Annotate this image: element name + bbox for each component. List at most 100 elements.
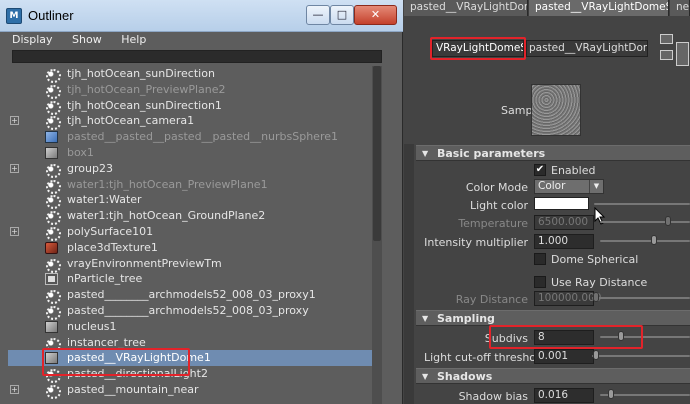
temperature-field[interactable]: 6500.000 bbox=[534, 215, 594, 230]
temperature-slider-knob[interactable] bbox=[665, 216, 671, 226]
outliner-row[interactable]: place3dTexture1 bbox=[8, 240, 372, 256]
focus-icon[interactable] bbox=[660, 34, 673, 44]
expand-plus-icon[interactable]: + bbox=[10, 163, 19, 173]
outliner-row-label: tjh_hotOcean_camera1 bbox=[67, 114, 195, 128]
shape-name-field[interactable]: pasted__VRayLightDomeShape1 bbox=[526, 40, 648, 57]
expand-plus-icon[interactable]: + bbox=[10, 226, 19, 236]
outliner-row[interactable]: + polySurface101 bbox=[8, 224, 372, 241]
collapse-triangle-icon: ▼ bbox=[422, 372, 429, 381]
outliner-row-label: place3dTexture1 bbox=[67, 240, 158, 254]
light-icon bbox=[45, 225, 61, 241]
outliner-row[interactable]: water1:tjh_hotOcean_GroundPlane2 bbox=[8, 208, 372, 226]
expand-icon[interactable] bbox=[676, 42, 689, 66]
outliner-row[interactable]: + pasted__mountain_near bbox=[8, 382, 372, 399]
dome-spherical-label: Dome Spherical bbox=[551, 253, 639, 266]
light-color-swatch[interactable] bbox=[534, 197, 589, 210]
outliner-window: M Outliner — □ ✕ Display Show Help tjh_h… bbox=[0, 0, 403, 404]
cutoff-slider[interactable] bbox=[592, 355, 690, 357]
menu-show[interactable]: Show bbox=[72, 32, 102, 48]
outliner-row[interactable]: + group23 bbox=[8, 161, 372, 178]
shadow-bias-field[interactable]: 0.016 bbox=[534, 388, 594, 403]
outliner-row-label: tjh_hotOcean_sunDirection bbox=[67, 67, 215, 80]
dome-spherical-checkbox[interactable] bbox=[534, 253, 546, 265]
cube-icon bbox=[45, 320, 58, 333]
outliner-row[interactable]: box1 bbox=[8, 145, 372, 161]
outliner-row[interactable]: water1:tjh_hotOcean_PreviewPlane1 bbox=[8, 177, 372, 194]
outliner-row-label: group23 bbox=[67, 161, 113, 175]
section-shadows[interactable]: ▼ Shadows bbox=[416, 368, 690, 384]
enabled-label: Enabled bbox=[551, 164, 596, 177]
light-icon bbox=[45, 289, 61, 305]
tab-vraylightdome[interactable]: pasted__VRayLightDome1 bbox=[404, 0, 528, 16]
outliner-row[interactable]: water1:Water bbox=[8, 192, 372, 210]
section-basic-parameters[interactable]: ▼ Basic parameters bbox=[416, 145, 690, 161]
outliner-row[interactable]: nParticle_tree bbox=[8, 271, 372, 287]
expand-plus-icon[interactable]: + bbox=[10, 384, 19, 394]
tab-overflow[interactable]: ne bbox=[670, 0, 690, 16]
outliner-row[interactable]: nucleus1 bbox=[8, 319, 372, 335]
section-sampling[interactable]: ▼ Sampling bbox=[416, 310, 690, 326]
outliner-row[interactable]: vrayEnvironmentPreviewTm bbox=[8, 256, 372, 273]
presets-icon[interactable] bbox=[660, 50, 673, 60]
use-ray-distance-checkbox[interactable] bbox=[534, 276, 546, 288]
temperature-slider[interactable] bbox=[600, 221, 690, 223]
attribute-editor: pasted__VRayLightDome1 pasted__VRayLight… bbox=[404, 0, 690, 404]
outliner-row-label: water1:tjh_hotOcean_PreviewPlane1 bbox=[67, 177, 268, 191]
outliner-filter-input[interactable] bbox=[12, 50, 382, 63]
cutoff-field[interactable]: 0.001 bbox=[534, 349, 594, 364]
attr-side-icons bbox=[660, 30, 690, 80]
ray-distance-field[interactable]: 100000.000 bbox=[534, 291, 601, 306]
selection-highlight-box bbox=[42, 348, 190, 376]
light-icon bbox=[45, 115, 61, 131]
texture-icon bbox=[45, 241, 58, 254]
cutoff-slider-knob[interactable] bbox=[593, 350, 599, 360]
outliner-row-label: nucleus1 bbox=[67, 319, 117, 333]
outliner-row[interactable]: pasted________archmodels52_008_03_proxy bbox=[8, 303, 372, 320]
outliner-row[interactable]: + tjh_hotOcean_camera1 bbox=[8, 113, 372, 131]
chevron-down-icon: ▼ bbox=[589, 180, 603, 193]
ray-distance-label: Ray Distance bbox=[455, 293, 528, 306]
outliner-row[interactable]: tjh_hotOcean_PreviewPlane2 bbox=[8, 82, 372, 99]
intensity-field[interactable]: 1.000 bbox=[534, 234, 594, 249]
sample-swatch bbox=[531, 84, 581, 136]
intensity-label: Intensity multiplier bbox=[424, 236, 528, 249]
light-icon bbox=[45, 162, 61, 178]
shadow-bias-slider-knob[interactable] bbox=[608, 389, 614, 399]
outliner-row[interactable]: tjh_hotOcean_sunDirection1 bbox=[8, 98, 372, 115]
outliner-menubar: Display Show Help bbox=[0, 32, 402, 48]
screen: M Outliner — □ ✕ Display Show Help tjh_h… bbox=[0, 0, 690, 404]
intensity-slider[interactable] bbox=[600, 240, 690, 242]
outliner-row[interactable]: pasted__pasted__pasted__pasted__nurbsSph… bbox=[8, 129, 372, 145]
light-icon bbox=[45, 99, 61, 115]
minimize-button[interactable]: — bbox=[306, 5, 330, 25]
outliner-row-label: pasted________archmodels52_008_03_proxy1 bbox=[67, 288, 316, 302]
menu-help[interactable]: Help bbox=[121, 32, 146, 48]
color-mode-label: Color Mode bbox=[465, 181, 528, 194]
outliner-row-label: water1:Water bbox=[67, 193, 142, 207]
ray-distance-slider-knob[interactable] bbox=[593, 292, 599, 302]
ray-distance-slider[interactable] bbox=[592, 297, 690, 299]
outliner-titlebar[interactable]: M Outliner — □ ✕ bbox=[0, 0, 403, 32]
outliner-row-label: tjh_hotOcean_sunDirection1 bbox=[67, 98, 222, 112]
menu-display[interactable]: Display bbox=[12, 32, 53, 48]
outliner-row-label: nParticle_tree bbox=[67, 272, 143, 286]
color-mode-dropdown[interactable]: Color ▼ bbox=[534, 179, 604, 194]
close-button[interactable]: ✕ bbox=[354, 5, 397, 25]
attr-left-bar bbox=[404, 144, 414, 404]
outliner-row[interactable]: tjh_hotOcean_sunDirection bbox=[8, 66, 372, 83]
light-color-slider[interactable] bbox=[594, 203, 690, 205]
expand-plus-icon[interactable]: + bbox=[10, 116, 19, 126]
light-icon bbox=[45, 68, 61, 83]
cutoff-label: Light cut-off threshold bbox=[424, 351, 547, 364]
attr-tab-bar: pasted__VRayLightDome1 pasted__VRayLight… bbox=[404, 0, 690, 16]
shadow-bias-label: Shadow bias bbox=[458, 390, 528, 403]
intensity-slider-knob[interactable] bbox=[651, 235, 657, 245]
enabled-checkbox[interactable]: ✔ bbox=[534, 164, 546, 176]
nurbs-icon bbox=[45, 131, 58, 144]
outliner-row[interactable]: pasted________archmodels52_008_03_proxy1 bbox=[8, 287, 372, 305]
maximize-button[interactable]: □ bbox=[330, 5, 354, 25]
outliner-scroll-thumb[interactable] bbox=[373, 66, 381, 241]
tab-vraylightdomeshape[interactable]: pasted__VRayLightDomeShape1 bbox=[529, 0, 669, 16]
subdivs-highlight-box bbox=[489, 325, 643, 349]
outliner-row-label: pasted__pasted__pasted__pasted__nurbsSph… bbox=[67, 130, 338, 144]
